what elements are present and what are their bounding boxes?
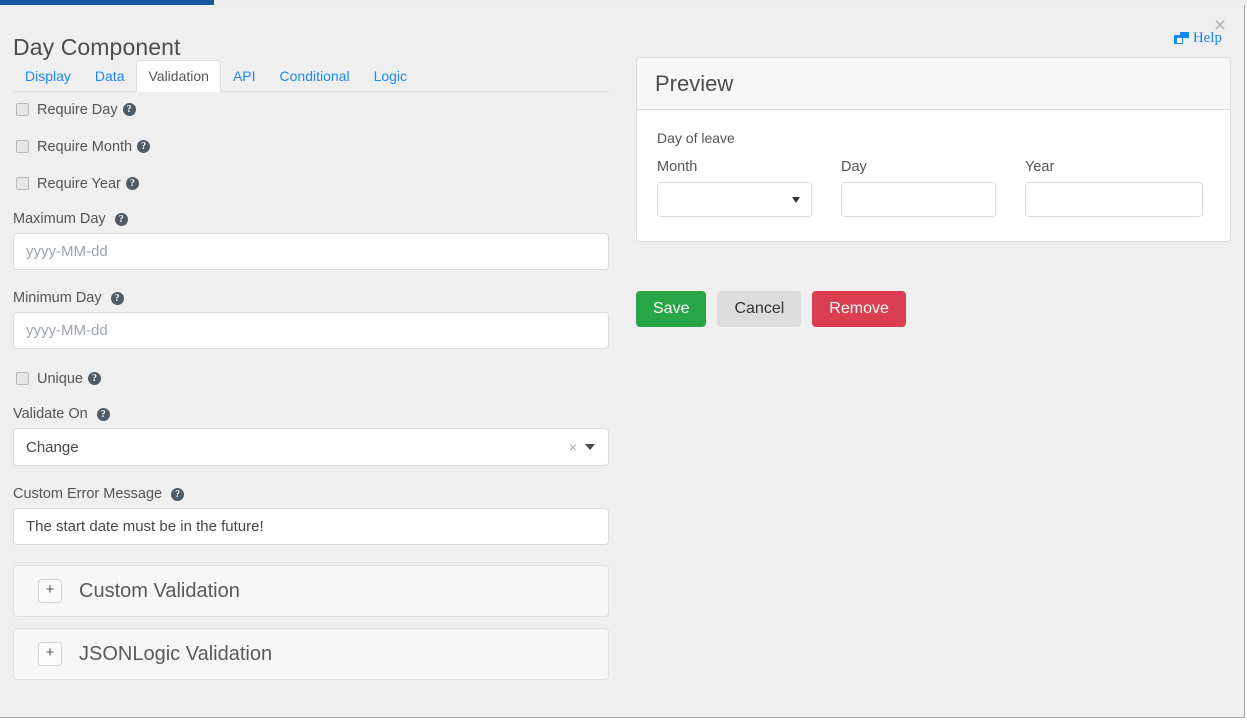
question-circle-icon[interactable]: ? xyxy=(115,213,128,226)
validate-on-label: Validate On xyxy=(13,406,88,422)
require-month-checkbox[interactable] xyxy=(16,140,29,153)
tab-display[interactable]: Display xyxy=(13,60,83,92)
require-month-label: Require Month xyxy=(37,139,132,155)
preview-day-field: Day xyxy=(841,159,996,217)
validate-on-selected-value: Change xyxy=(14,439,565,456)
validation-settings-form: Require Day ? Require Month ? Require Ye… xyxy=(13,100,609,691)
minimum-day-group: Minimum Day ? xyxy=(13,290,609,349)
preview-month-label: Month xyxy=(657,159,812,175)
custom-error-message-label: Custom Error Message xyxy=(13,486,162,502)
question-circle-icon[interactable]: ? xyxy=(123,103,136,116)
settings-tabs: Display Data Validation API Conditional … xyxy=(13,60,609,92)
tab-api[interactable]: API xyxy=(221,60,268,92)
question-circle-icon[interactable]: ? xyxy=(171,488,184,501)
require-year-checkbox[interactable] xyxy=(16,177,29,190)
minimum-day-input[interactable] xyxy=(13,312,609,349)
custom-validation-title: Custom Validation xyxy=(79,580,240,603)
dialog-title: Day Component xyxy=(13,34,181,61)
preview-month-select[interactable] xyxy=(657,182,812,217)
require-day-checkbox[interactable] xyxy=(16,103,29,116)
require-year-label: Require Year xyxy=(37,176,121,192)
save-button[interactable]: Save xyxy=(636,291,706,327)
question-circle-icon[interactable]: ? xyxy=(126,177,139,190)
require-year-row: Require Year ? xyxy=(13,174,609,193)
external-window-icon xyxy=(1174,32,1189,45)
tab-conditional[interactable]: Conditional xyxy=(268,60,362,92)
preview-body: Day of leave Month Day Year xyxy=(637,110,1230,241)
custom-validation-panel[interactable]: + Custom Validation xyxy=(13,565,609,617)
require-day-label: Require Day xyxy=(37,102,118,118)
jsonlogic-validation-title: JSONLogic Validation xyxy=(79,643,272,666)
tab-validation[interactable]: Validation xyxy=(136,60,220,92)
preview-day-input[interactable] xyxy=(841,182,996,217)
jsonlogic-validation-panel[interactable]: + JSONLogic Validation xyxy=(13,628,609,680)
tab-data[interactable]: Data xyxy=(83,60,137,92)
validate-on-label-wrap: Validate On ? xyxy=(13,406,609,422)
minimum-day-label: Minimum Day xyxy=(13,290,102,306)
unique-checkbox[interactable] xyxy=(16,372,29,385)
maximum-day-group: Maximum Day ? xyxy=(13,211,609,270)
expand-plus-icon[interactable]: + xyxy=(38,579,62,603)
preview-heading: Preview xyxy=(655,71,733,97)
preview-day-fields: Month Day Year xyxy=(657,159,1210,217)
dialog-action-buttons: Save Cancel Remove xyxy=(636,291,906,327)
tab-logic[interactable]: Logic xyxy=(362,60,419,92)
question-circle-icon[interactable]: ? xyxy=(88,372,101,385)
unique-label: Unique xyxy=(37,371,83,387)
maximum-day-label: Maximum Day xyxy=(13,211,106,227)
expand-plus-icon[interactable]: + xyxy=(38,642,62,666)
maximum-day-label-wrap: Maximum Day ? xyxy=(13,211,609,227)
question-circle-icon[interactable]: ? xyxy=(97,408,110,421)
preview-month-field: Month xyxy=(657,159,812,217)
require-day-row: Require Day ? xyxy=(13,100,609,119)
chevron-down-icon xyxy=(792,197,800,203)
preview-panel: Preview Day of leave Month Day Year xyxy=(636,57,1231,242)
preview-day-label: Day xyxy=(841,159,996,175)
cancel-button[interactable]: Cancel xyxy=(717,291,801,327)
chevron-down-icon[interactable] xyxy=(585,444,595,450)
preview-component-label: Day of leave xyxy=(657,130,1210,146)
component-settings-dialog: Day Component × Help Display Data Valida… xyxy=(0,5,1245,718)
question-circle-icon[interactable]: ? xyxy=(137,140,150,153)
preview-year-field: Year xyxy=(1025,159,1203,217)
custom-error-message-input[interactable] xyxy=(13,508,609,545)
help-link-label: Help xyxy=(1193,30,1222,47)
validate-on-select[interactable]: Change × xyxy=(13,428,609,466)
custom-error-message-label-wrap: Custom Error Message ? xyxy=(13,486,609,502)
validate-on-group: Validate On ? Change × xyxy=(13,406,609,466)
help-link[interactable]: Help xyxy=(1174,30,1222,47)
unique-row: Unique ? xyxy=(13,369,609,388)
remove-button[interactable]: Remove xyxy=(812,291,906,327)
require-month-row: Require Month ? xyxy=(13,137,609,156)
custom-error-message-group: Custom Error Message ? xyxy=(13,486,609,545)
preview-year-input[interactable] xyxy=(1025,182,1203,217)
preview-year-label: Year xyxy=(1025,159,1203,175)
preview-header: Preview xyxy=(637,58,1230,110)
question-circle-icon[interactable]: ? xyxy=(111,292,124,305)
clear-selection-icon[interactable]: × xyxy=(565,440,585,454)
maximum-day-input[interactable] xyxy=(13,233,609,270)
minimum-day-label-wrap: Minimum Day ? xyxy=(13,290,609,306)
